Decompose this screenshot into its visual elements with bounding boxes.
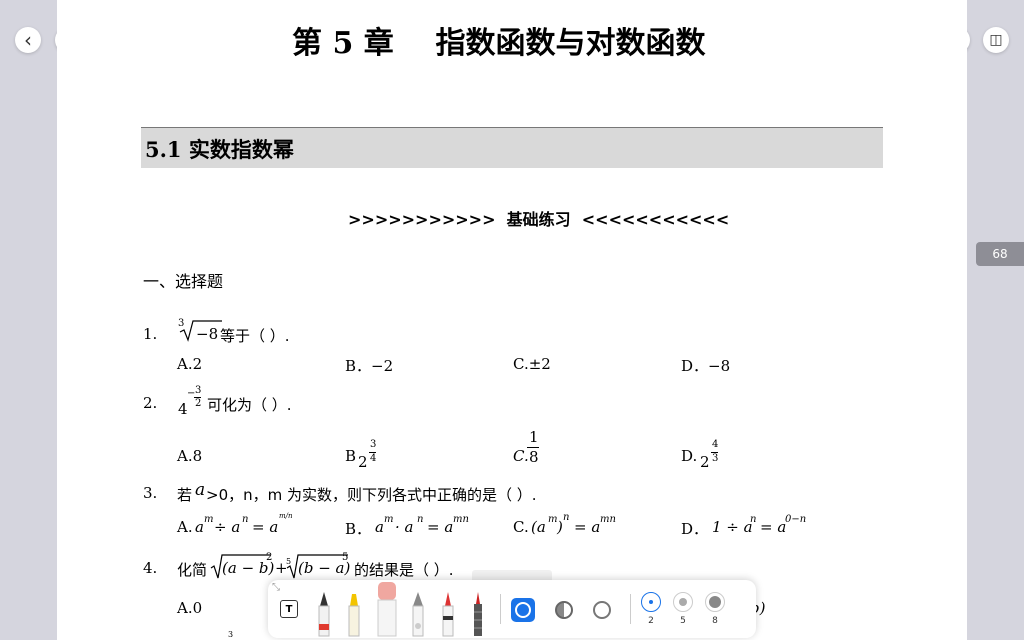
q3-option-d-n: n [750,514,757,525]
gray-half-mode-button[interactable] [552,598,576,622]
footer-superscript: 3 [228,630,234,639]
question-3-number: 3. [143,484,158,502]
q1-radicand: −8 [196,325,219,343]
overlap-circles-icon [515,602,531,618]
q3-option-b-n: n [417,514,424,525]
q3-stem: >0，n，m 为实数，则下列各式中正确的是（ ）. [206,486,537,504]
q3-option-b-exp: mn [453,514,469,525]
text-tool-icon: T [285,603,293,615]
marker-tool[interactable] [346,592,362,638]
stroke-size-label: 8 [712,616,718,626]
q3-option-c-close: ) [557,518,563,536]
toolbar-divider [500,594,501,624]
annotation-toolbar: ⤡ T 2 5 8 [268,580,756,638]
question-4-number: 4. [143,559,158,577]
q3-option-b-m: m [384,514,394,525]
toolbar-divider-2 [630,594,631,624]
section-title: 5.1 实数指数幂 [145,137,294,162]
stroke-size-label: 2 [648,616,654,626]
q1-option-b: B．−2 [345,357,394,375]
q1-option-c: C.±2 [513,355,551,373]
q3-option-c-eq: = a [574,518,601,536]
q2-option-b-den: 4 [370,453,377,464]
panel-icon: ◫ [989,32,1003,48]
stroke-size-8[interactable]: 8 [704,592,726,626]
size-dot-icon [705,592,725,612]
q3-option-a-frac: m/n [279,512,293,520]
half-circle-icon [555,601,573,619]
pencil-tool[interactable] [410,590,426,638]
q2-option-d-den: 3 [712,453,719,464]
q2-exp-den: 2 [195,398,202,409]
stroke-size-2[interactable]: 2 [640,592,662,626]
q4-exp-2: 5 [342,552,349,563]
q3-option-c-expr: (a [531,518,546,536]
q3-option-b-op: · a [395,518,414,536]
q3-stem-start: 若 [177,486,193,504]
q1-option-a: A.2 [177,355,203,373]
q3-option-a-eq: = a [252,518,279,536]
q3-option-c-prefix: C. [513,518,529,536]
ruler-pen-tool[interactable] [470,590,486,638]
q4-option-a: A.0 [177,599,203,617]
q3-option-c-exp: mn [600,514,616,525]
q2-option-a: A.8 [177,447,203,465]
blue-fill-mode-button[interactable] [511,598,535,622]
part-title: 一、选择题 [143,272,224,291]
q3-option-d-expr: 1 ÷ a [712,518,753,536]
page-number-badge: 68 [976,242,1024,266]
back-button[interactable]: ‹ [15,27,41,53]
q4-stem: 的结果是（ ）. [354,561,454,579]
q3-option-a-n: n [242,514,249,525]
section-header: 5.1 实数指数幂 [141,127,883,168]
size-dot-icon [641,592,661,612]
text-tool-button[interactable]: T [280,600,298,618]
q3-option-b-expr: a [375,518,384,536]
stroke-size-5[interactable]: 5 [672,592,694,626]
chevron-left-icon: ‹ [24,28,32,52]
panel-toggle-button[interactable]: ◫ [983,27,1009,53]
q3-option-b-eq: = a [427,518,454,536]
q3-option-a-expr: a [195,518,204,536]
q2-option-c-den: 8 [529,448,539,466]
q4-exp-1: 2 [266,552,273,563]
q3-option-d-prefix: D． [681,520,709,538]
size-dot-icon [673,592,693,612]
eraser-tool[interactable] [376,580,398,638]
q2-option-d-prefix: D. [681,447,698,465]
q2-exp-num: 3 [195,385,202,396]
q1-option-d: D．−8 [681,357,731,375]
resize-arrow-icon[interactable]: ⤡ [272,582,280,593]
fountain-pen-tool[interactable] [316,590,332,638]
q3-option-d-eq: = a [760,518,787,536]
red-pen-tool[interactable] [440,590,456,638]
q2-option-c-prefix: C. [513,447,529,465]
q3-option-a-m: m [204,514,214,525]
q3-option-a-prefix: A. [177,518,193,536]
q2-option-b-prefix: B [345,447,357,465]
q2-stem: 可化为（ ）. [207,396,292,414]
q2-option-d-base: 2 [700,453,710,471]
q3-option-a-op: ÷ a [214,518,241,536]
empty-mode-button[interactable] [590,598,614,622]
q2-option-b-num: 3 [370,439,377,450]
q2-option-d-num: 4 [712,439,719,450]
empty-circle-icon [593,601,611,619]
question-2-number: 2. [143,394,158,412]
q2-option-c-num: 1 [529,428,539,446]
practice-heading: >>>>>>>>>>> 基础练习 <<<<<<<<<<< [348,210,730,229]
q2-option-b-base: 2 [358,453,368,471]
q1-stem: 等于（ ）. [220,327,290,345]
q3-var-a: a [195,480,206,500]
stroke-size-label: 5 [680,616,686,626]
q3-option-c-n: n [563,512,570,523]
q3-option-b-prefix: B． [345,520,372,538]
q2-base: 4 [178,400,188,418]
chapter-title: 第 5 章 指数函数与对数函数 [292,26,706,61]
q4-stem-start: 化简 [177,561,208,579]
q3-option-d-exp: 0−n [785,514,807,525]
question-1-number: 1. [143,325,158,343]
